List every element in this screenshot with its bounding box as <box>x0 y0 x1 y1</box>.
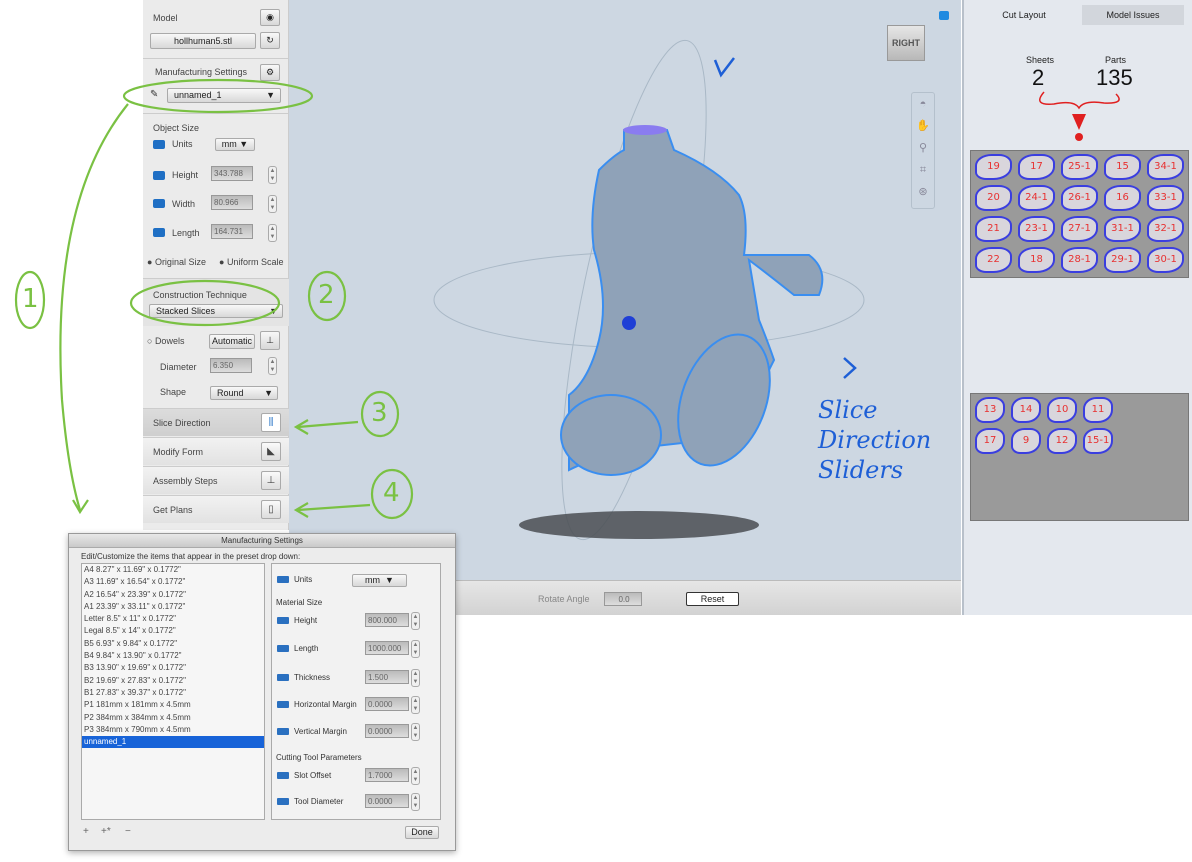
annotation-3: 3 <box>371 398 388 428</box>
green-annotations <box>14 78 414 520</box>
annotation-4: 4 <box>383 478 400 508</box>
annotation-1: 1 <box>22 284 39 314</box>
annotation-2: 2 <box>318 280 335 310</box>
slice-direction-note: Slice Direction Sliders <box>818 396 932 484</box>
